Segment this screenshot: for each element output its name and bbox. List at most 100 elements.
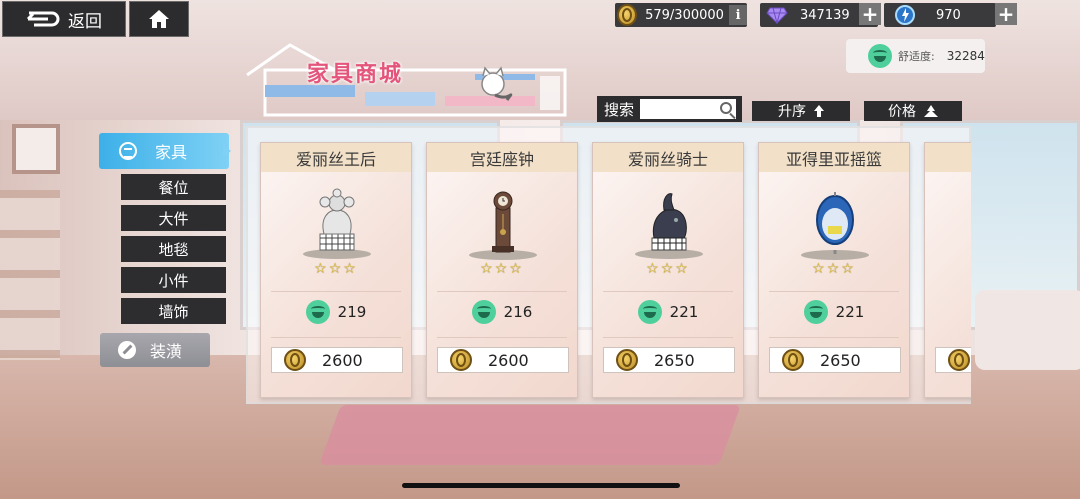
divider bbox=[769, 337, 899, 338]
comfort-smiley-icon bbox=[471, 300, 496, 324]
price: 2650 bbox=[820, 350, 861, 370]
chess-knight-icon bbox=[635, 193, 703, 259]
arrow-up-icon bbox=[814, 105, 824, 117]
subcategory-small[interactable]: 小件 bbox=[121, 267, 226, 293]
grandfather-clock-icon bbox=[469, 191, 537, 260]
coin-icon bbox=[450, 349, 472, 371]
divider bbox=[271, 337, 401, 338]
star-rating: ☆☆☆ bbox=[646, 261, 690, 277]
hanging-chair-icon bbox=[801, 192, 869, 260]
comfort-smiley-icon bbox=[305, 300, 330, 324]
search-icon[interactable] bbox=[720, 102, 733, 114]
bookshelf bbox=[0, 190, 60, 360]
comfort-smiley-icon bbox=[803, 300, 828, 324]
product-name: 爱丽丝骑士 bbox=[593, 143, 743, 172]
stamina-counter: 970 bbox=[884, 3, 996, 27]
page-title: 家具商城 bbox=[307, 62, 404, 87]
subcategory-large[interactable]: 大件 bbox=[121, 205, 226, 231]
shop-title-banner: 家具商城 bbox=[245, 40, 575, 120]
buy-button[interactable] bbox=[935, 347, 971, 373]
buy-button[interactable]: 2650 bbox=[603, 347, 735, 373]
coin-icon bbox=[616, 349, 638, 371]
comfort-points: 216 bbox=[427, 300, 577, 324]
comfort-label: 舒适度: bbox=[898, 50, 935, 63]
product-name: 宫廷座钟 bbox=[427, 143, 577, 172]
comfort-value: 219 bbox=[337, 303, 367, 321]
sort-order-label: 升序 bbox=[778, 104, 806, 120]
comfort-points: 221 bbox=[759, 300, 909, 324]
product-list[interactable]: 爱丽丝王后 ☆☆☆ 219 2600 宫廷座钟 ☆☆☆ 216 2600 爱丽丝… bbox=[246, 126, 971, 404]
coin-icon bbox=[284, 349, 306, 371]
product-card[interactable]: 爱丽丝骑士 ☆☆☆ 221 2650 bbox=[592, 142, 744, 398]
stamina-amount: 970 bbox=[936, 7, 961, 23]
comfort-points: 221 bbox=[593, 300, 743, 324]
comfort-display: 舒适度: 32284 bbox=[846, 39, 985, 73]
subcategory-wall-decor[interactable]: 墙饰 bbox=[121, 298, 226, 324]
coin-icon bbox=[617, 4, 638, 26]
add-crystal-button[interactable]: + bbox=[859, 3, 881, 25]
category-decoration-tab[interactable]: 装潢 bbox=[100, 333, 210, 367]
product-card-partial[interactable] bbox=[924, 142, 971, 398]
home-button[interactable] bbox=[129, 1, 189, 37]
subcategory-dining[interactable]: 餐位 bbox=[121, 174, 226, 200]
price: 2600 bbox=[322, 350, 363, 370]
divider bbox=[437, 337, 567, 338]
back-label: 返回 bbox=[68, 11, 102, 32]
home-indicator[interactable] bbox=[402, 483, 680, 488]
divider bbox=[603, 337, 733, 338]
coin-info-button[interactable]: i bbox=[729, 5, 747, 25]
buy-button[interactable]: 2600 bbox=[271, 347, 403, 373]
product-card[interactable]: 宫廷座钟 ☆☆☆ 216 2600 bbox=[426, 142, 578, 398]
home-icon bbox=[149, 10, 169, 28]
comfort-smiley-icon bbox=[868, 44, 892, 68]
product-name-partial bbox=[925, 143, 971, 172]
coin-counter: 579/300000 i bbox=[615, 3, 747, 27]
price: 2650 bbox=[654, 350, 695, 370]
search-label: 搜索 bbox=[604, 100, 635, 119]
coin-icon bbox=[782, 349, 804, 371]
house-outline-icon bbox=[246, 43, 567, 117]
sort-price-button[interactable]: 价格 bbox=[864, 101, 962, 121]
product-name: 爱丽丝王后 bbox=[261, 143, 411, 172]
product-name: 亚得里亚摇篮 bbox=[759, 143, 909, 172]
coin-icon bbox=[948, 349, 970, 371]
buy-button[interactable]: 2600 bbox=[437, 347, 569, 373]
subcategory-carpet[interactable]: 地毯 bbox=[121, 236, 226, 262]
product-card[interactable]: 爱丽丝王后 ☆☆☆ 219 2600 bbox=[260, 142, 412, 398]
divider bbox=[437, 291, 567, 292]
add-stamina-button[interactable]: + bbox=[995, 3, 1017, 25]
star-rating: ☆☆☆ bbox=[314, 261, 358, 277]
back-arrow-icon bbox=[26, 11, 60, 27]
picture-frame bbox=[12, 124, 60, 174]
energy-orb-icon bbox=[895, 5, 915, 25]
buy-button[interactable]: 2650 bbox=[769, 347, 901, 373]
paint-brush-icon bbox=[118, 341, 136, 359]
comfort-value: 221 bbox=[669, 303, 699, 321]
comfort-smiley-icon bbox=[637, 300, 662, 324]
comfort-value: 216 bbox=[503, 303, 533, 321]
chess-queen-icon bbox=[303, 188, 371, 259]
star-rating: ☆☆☆ bbox=[812, 261, 856, 277]
divider bbox=[271, 291, 401, 292]
search-input[interactable] bbox=[640, 99, 737, 119]
sofa bbox=[975, 290, 1080, 370]
sort-order-button[interactable]: 升序 bbox=[752, 101, 850, 121]
category-furniture-tab[interactable]: 家具 bbox=[99, 133, 231, 169]
price: 2600 bbox=[488, 350, 529, 370]
furniture-category-icon bbox=[119, 142, 137, 160]
comfort-points: 219 bbox=[261, 300, 411, 324]
divider bbox=[603, 291, 733, 292]
rug bbox=[319, 405, 741, 465]
product-card[interactable]: 亚得里亚摇篮 ☆☆☆ 221 2650 bbox=[758, 142, 910, 398]
search-bar: 搜索 bbox=[597, 96, 742, 122]
back-button[interactable]: 返回 bbox=[2, 1, 126, 37]
crystal-amount: 347139 bbox=[800, 7, 850, 23]
sort-price-label: 价格 bbox=[888, 104, 916, 120]
category-decoration-label: 装潢 bbox=[150, 342, 183, 361]
divider bbox=[769, 291, 899, 292]
comfort-value: 32284 bbox=[946, 49, 985, 63]
star-rating: ☆☆☆ bbox=[480, 261, 524, 277]
coin-amount: 579/300000 bbox=[645, 7, 724, 23]
triangle-sort-icon bbox=[924, 105, 938, 117]
comfort-value: 221 bbox=[835, 303, 865, 321]
